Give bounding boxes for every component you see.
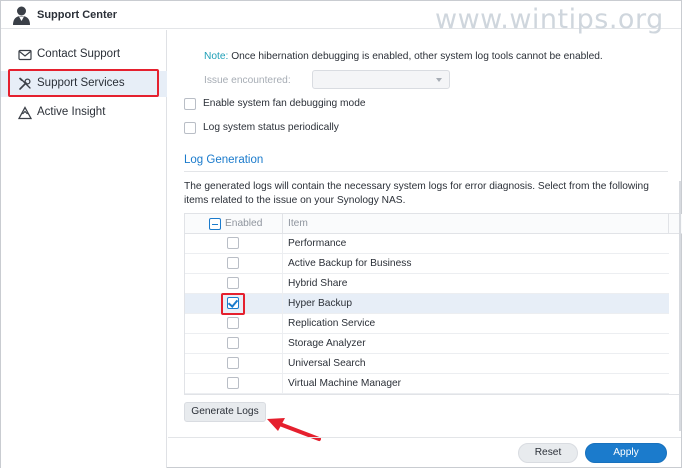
annotation-highlight-box xyxy=(221,293,245,315)
row-checkbox[interactable] xyxy=(227,317,239,329)
sidebar-item-label: Contact Support xyxy=(37,48,121,60)
column-divider xyxy=(282,374,283,393)
main-panel: Note: Once hibernation debugging is enab… xyxy=(168,30,682,440)
fan-debug-checkbox[interactable] xyxy=(184,98,196,110)
row-item-name: Performance xyxy=(288,238,347,249)
issue-encountered-select[interactable] xyxy=(312,70,450,89)
chevron-down-icon xyxy=(436,78,442,82)
row-checkbox[interactable] xyxy=(227,257,239,269)
section-divider xyxy=(184,171,668,172)
column-divider xyxy=(282,234,283,253)
annotation-highlight-box xyxy=(8,69,159,97)
column-divider xyxy=(282,354,283,373)
column-divider xyxy=(282,274,283,293)
row-item-name: Replication Service xyxy=(288,318,376,329)
sidebar-item-contact-support[interactable]: Contact Support xyxy=(1,42,167,68)
sidebar: Contact Support Support Services Active … xyxy=(1,30,167,468)
log-generation-description: The generated logs will contain the nece… xyxy=(184,181,649,206)
log-items-table: Enabled Item Performance Active Backup f… xyxy=(184,213,682,395)
table-row[interactable]: Hyper Backup xyxy=(185,293,669,315)
insight-icon xyxy=(18,106,32,120)
vertical-scrollbar[interactable] xyxy=(679,181,681,431)
table-row[interactable]: Universal Search xyxy=(185,354,669,374)
annotation-arrow-icon xyxy=(267,418,321,441)
issue-encountered-label: Issue encountered: xyxy=(204,75,291,86)
row-item-name: Active Backup for Business xyxy=(288,258,412,269)
column-divider xyxy=(282,294,283,313)
header-item: Item xyxy=(288,218,308,229)
header-enabled: Enabled xyxy=(225,218,263,229)
row-item-name: Storage Analyzer xyxy=(288,338,366,349)
row-checkbox[interactable] xyxy=(227,377,239,389)
row-checkbox[interactable] xyxy=(227,337,239,349)
envelope-icon xyxy=(18,49,32,61)
table-row[interactable]: Virtual Machine Manager xyxy=(185,374,669,394)
fan-debug-label: Enable system fan debugging mode xyxy=(203,98,366,109)
hibernation-note: Note: Once hibernation debugging is enab… xyxy=(204,51,603,62)
note-text: Once hibernation debugging is enabled, o… xyxy=(228,51,603,62)
row-item-name: Hybrid Share xyxy=(288,278,348,289)
column-divider xyxy=(668,214,669,234)
window-title: Support Center xyxy=(37,9,118,21)
apply-button[interactable]: Apply xyxy=(585,443,667,463)
table-row[interactable]: Active Backup for Business xyxy=(185,254,669,274)
column-divider xyxy=(282,214,283,234)
column-divider xyxy=(282,314,283,333)
table-row[interactable]: Replication Service xyxy=(185,314,669,334)
user-avatar-icon xyxy=(13,6,30,25)
log-status-checkbox[interactable] xyxy=(184,122,196,134)
row-item-name: Hyper Backup xyxy=(288,298,352,309)
row-item-name: Virtual Machine Manager xyxy=(288,378,402,389)
row-checkbox[interactable] xyxy=(227,357,239,369)
sidebar-item-label: Active Insight xyxy=(37,106,106,118)
reset-button[interactable]: Reset xyxy=(518,443,578,463)
log-generation-title: Log Generation xyxy=(184,154,264,166)
row-checkbox[interactable] xyxy=(227,237,239,249)
generate-logs-button[interactable]: Generate Logs xyxy=(184,402,266,422)
log-status-label: Log system status periodically xyxy=(203,122,339,133)
note-prefix: Note: xyxy=(204,51,229,62)
select-all-checkbox[interactable] xyxy=(209,218,221,230)
column-divider xyxy=(282,254,283,273)
table-header: Enabled Item xyxy=(185,214,682,234)
row-checkbox[interactable] xyxy=(227,277,239,289)
table-row[interactable]: Hybrid Share xyxy=(185,274,669,294)
support-center-window: Support Center www.wintips.org Contact S… xyxy=(0,0,682,468)
column-divider xyxy=(282,334,283,353)
table-row[interactable]: Performance xyxy=(185,234,669,254)
sidebar-item-active-insight[interactable]: Active Insight xyxy=(1,100,167,126)
title-bar: Support Center www.wintips.org xyxy=(1,1,681,35)
row-item-name: Universal Search xyxy=(288,358,366,369)
table-row[interactable]: Storage Analyzer xyxy=(185,334,669,354)
footer-divider xyxy=(168,437,681,438)
